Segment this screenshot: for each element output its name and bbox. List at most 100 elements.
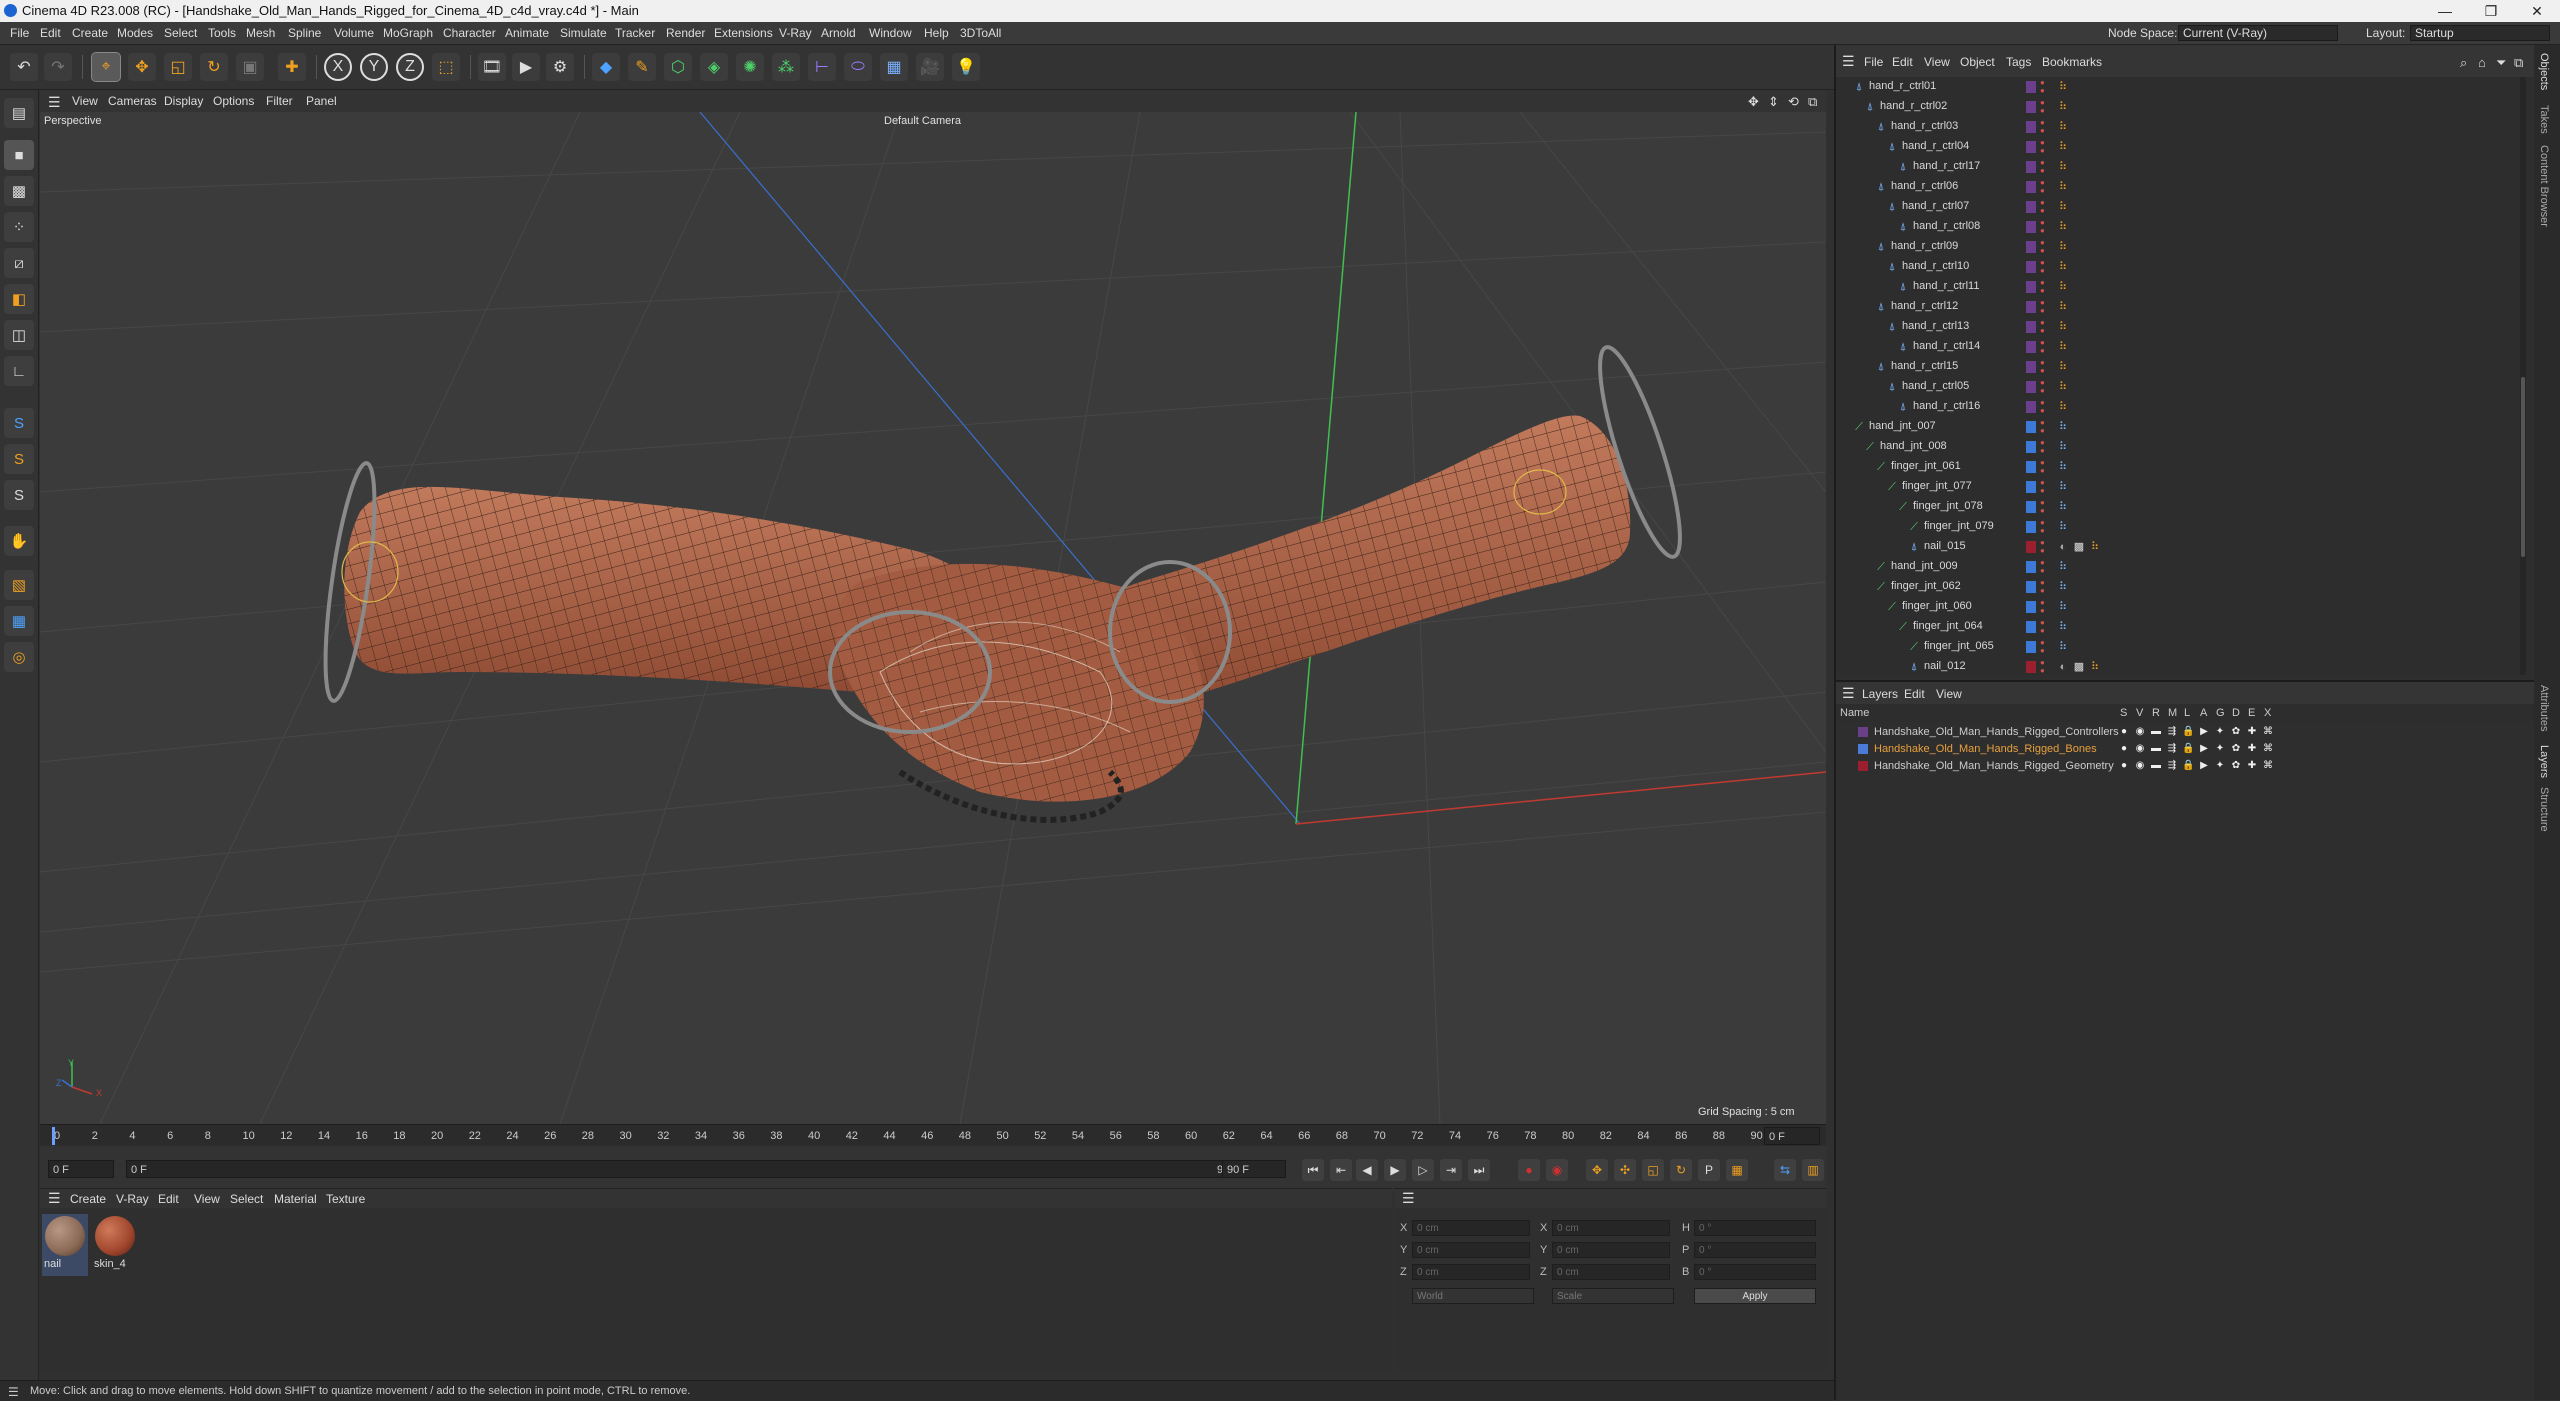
ik-tag-icon[interactable]: ⠷ [2056, 560, 2070, 574]
layer-color-swatch[interactable] [2026, 441, 2036, 453]
layer-deformer-icon[interactable]: ✿ [2230, 743, 2242, 755]
timeline-icon[interactable]: ▥ [1802, 1159, 1824, 1181]
layer-color-swatch[interactable] [2026, 561, 2036, 573]
layer-color-swatch[interactable] [2026, 521, 2036, 533]
side-tab-layers[interactable]: Layers [2538, 745, 2550, 778]
menu-spline[interactable]: Spline [288, 26, 321, 40]
menu-mograph[interactable]: MoGraph [383, 26, 433, 40]
menu-file[interactable]: File [10, 26, 29, 40]
play-icon[interactable]: ▶ [1384, 1159, 1406, 1181]
layer-color-swatch[interactable] [2026, 501, 2036, 513]
object-menu-tags[interactable]: Tags [2006, 55, 2031, 69]
auto-key-icon[interactable]: ◉ [1546, 1159, 1568, 1181]
menu-modes[interactable]: Modes [117, 26, 153, 40]
layer-eye-icon[interactable]: ◉ [2134, 760, 2146, 772]
menu-create[interactable]: Create [72, 26, 108, 40]
visibility-dots-icon[interactable]: ● ● [2040, 179, 2046, 195]
move-tool-icon[interactable]: ✥ [128, 53, 156, 81]
material-menu-texture[interactable]: Texture [326, 1192, 365, 1206]
menu-volume[interactable]: Volume [334, 26, 374, 40]
layer-expression-icon[interactable]: ✚ [2246, 760, 2258, 772]
apply-button[interactable]: Apply [1694, 1288, 1816, 1304]
weight-tag-icon[interactable]: ⠷ [2088, 660, 2102, 674]
menu-extensions[interactable]: Extensions [714, 26, 773, 40]
visibility-dots-icon[interactable]: ● ● [2040, 159, 2046, 175]
object-row[interactable]: ⟋ finger_jnt_062 ● ● ⠷ [1836, 577, 2526, 597]
visibility-dots-icon[interactable]: ● ● [2040, 359, 2046, 375]
render-view-icon[interactable]: ▶ [512, 53, 540, 81]
visibility-dots-icon[interactable]: ● ● [2040, 139, 2046, 155]
go-to-start-icon[interactable]: ⏮ [1302, 1159, 1324, 1181]
visibility-dots-icon[interactable]: ● ● [2040, 619, 2046, 635]
layer-row[interactable]: Handshake_Old_Man_Hands_Rigged_Controlle… [1836, 724, 2526, 741]
layer-generator-icon[interactable]: ✦ [2214, 760, 2226, 772]
transform-tool-icon[interactable]: ✚ [278, 53, 306, 81]
layer-eye-icon[interactable]: ◉ [2134, 743, 2146, 755]
ik-tag-icon[interactable]: ⠷ [2056, 640, 2070, 654]
constraint-tag-icon[interactable]: ⠷ [2056, 160, 2070, 174]
go-to-end-icon[interactable]: ⏭ [1468, 1159, 1490, 1181]
cloner-icon[interactable]: ✺ [736, 53, 764, 81]
constraint-tag-icon[interactable]: ⠷ [2056, 260, 2070, 274]
key-move-icon[interactable]: ✣ [1614, 1159, 1636, 1181]
menu-arnold[interactable]: Arnold [821, 26, 856, 40]
object-hamburger-icon[interactable]: ☰ [1842, 53, 1855, 70]
layer-deformer-icon[interactable]: ✿ [2230, 760, 2242, 772]
ik-tag-icon[interactable]: ⠷ [2056, 480, 2070, 494]
object-filter-icon[interactable]: ⏷ [2496, 55, 2506, 71]
layer-color-swatch[interactable] [2026, 421, 2036, 433]
layer-color-swatch[interactable] [2026, 81, 2036, 93]
material-skin[interactable]: skin_4 [92, 1214, 138, 1276]
texture-tag-icon[interactable]: ▩ [2072, 660, 2086, 674]
render-region-icon[interactable]: 🎞 [478, 53, 506, 81]
object-row[interactable]: ⍋ hand_r_ctrl01 ● ● ⠷ [1836, 77, 2526, 97]
minimize-button[interactable]: — [2422, 0, 2468, 22]
mograph-icon[interactable]: ⁂ [772, 53, 800, 81]
layer-eye-icon[interactable]: ◉ [2134, 726, 2146, 738]
point-mode-icon[interactable]: ⁘ [4, 212, 34, 242]
size-z-field[interactable]: 0 cm [1552, 1264, 1670, 1280]
visibility-dots-icon[interactable]: ● ● [2040, 219, 2046, 235]
material-hamburger-icon[interactable]: ☰ [48, 1190, 61, 1207]
constraint-tag-icon[interactable]: ⠷ [2056, 380, 2070, 394]
pos-y-field[interactable]: 0 cm [1412, 1242, 1530, 1258]
layer-dot-icon[interactable]: ● [2118, 760, 2130, 772]
visibility-dots-icon[interactable]: ● ● [2040, 439, 2046, 455]
edge-mode-icon[interactable]: ⧄ [4, 248, 34, 278]
viewport-zoom-icon[interactable]: ⇕ [1768, 94, 1779, 110]
next-key-icon[interactable]: ⇥ [1440, 1159, 1462, 1181]
layer-color-swatch[interactable] [2026, 321, 2036, 333]
material-menu-vray[interactable]: V-Ray [116, 1192, 149, 1206]
constraint-tag-icon[interactable]: ⠷ [2056, 180, 2070, 194]
undo-icon[interactable]: ↶ [10, 53, 38, 81]
viewport-maximize-icon[interactable]: ⧉ [1808, 94, 1817, 110]
object-row[interactable]: ⍋ nail_012 ● ● ◐ ▩ ⠷ [1836, 657, 2526, 675]
menu-tracker[interactable]: Tracker [615, 26, 655, 40]
object-row[interactable]: ⍋ nail_015 ● ● ◐ ▩ ⠷ [1836, 537, 2526, 557]
constraint-tag-icon[interactable]: ⠷ [2056, 240, 2070, 254]
layer-color-swatch[interactable] [2026, 641, 2036, 653]
rot-h-field[interactable]: 0 ° [1694, 1220, 1816, 1236]
pos-z-field[interactable]: 0 cm [1412, 1264, 1530, 1280]
object-row[interactable]: ⟋ hand_jnt_008 ● ● ⠷ [1836, 437, 2526, 457]
layer-color-swatch[interactable] [2026, 481, 2036, 493]
layer-color-swatch[interactable] [2026, 161, 2036, 173]
object-menu-view[interactable]: View [1924, 55, 1950, 69]
start-frame-field[interactable]: 0 F [48, 1160, 114, 1178]
material-menu-view[interactable]: View [194, 1192, 220, 1206]
grid-icon[interactable]: ▦ [4, 606, 34, 636]
soft-selection-icon[interactable]: ◎ [4, 642, 34, 672]
material-menu-edit[interactable]: Edit [158, 1192, 179, 1206]
layer-color-swatch[interactable] [2026, 361, 2036, 373]
visibility-dots-icon[interactable]: ● ● [2040, 659, 2046, 675]
layer-render-icon[interactable]: ▬ [2150, 760, 2162, 772]
layer-animation-icon[interactable]: ▶ [2198, 743, 2210, 755]
layer-color-swatch[interactable] [2026, 181, 2036, 193]
material-menu-create[interactable]: Create [70, 1192, 106, 1206]
menu-select[interactable]: Select [164, 26, 197, 40]
layer-render-icon[interactable]: ▬ [2150, 743, 2162, 755]
menu-mesh[interactable]: Mesh [246, 26, 275, 40]
coordinate-mode-select[interactable]: World [1412, 1288, 1534, 1304]
constraint-tag-icon[interactable]: ⠷ [2056, 320, 2070, 334]
viewport-menu-filter[interactable]: Filter [266, 94, 293, 108]
